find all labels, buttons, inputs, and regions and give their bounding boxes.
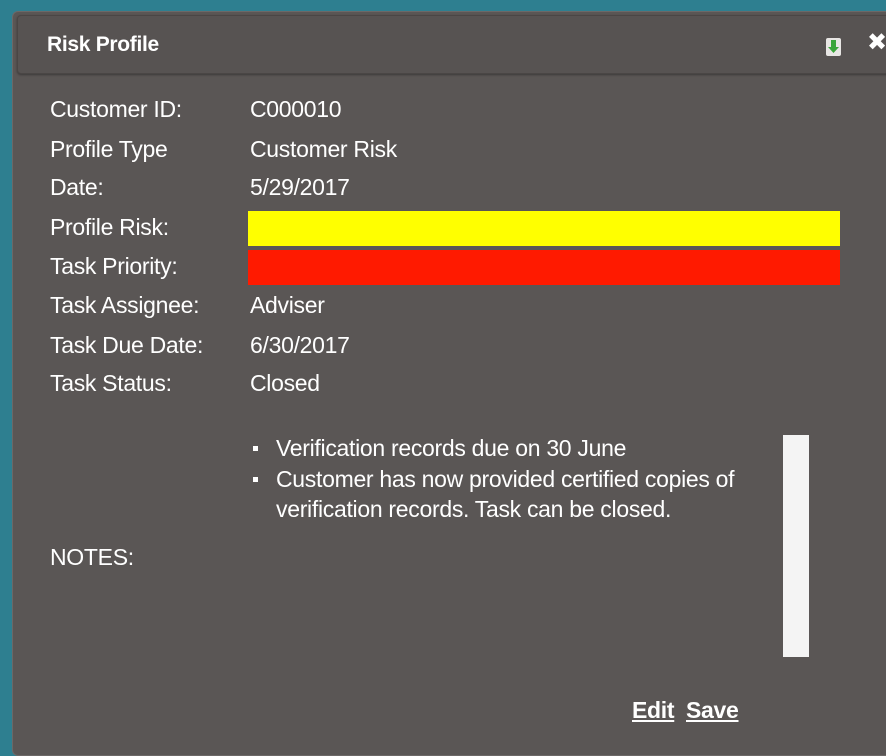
notes-list[interactable]: Verification records due on 30 June Cust… (245, 433, 765, 525)
task-status-label: Task Status: (50, 370, 172, 396)
profile-risk-indicator (248, 211, 840, 246)
note-item: Customer has now provided certified copi… (245, 464, 765, 525)
task-assignee-value: Adviser (250, 292, 325, 318)
download-icon[interactable] (826, 38, 841, 56)
task-assignee-label: Task Assignee: (50, 292, 200, 318)
task-due-date-label: Task Due Date: (50, 332, 204, 358)
task-due-date-value: 6/30/2017 (250, 332, 350, 358)
panel-header: Risk Profile ✖ (17, 15, 886, 74)
task-priority-indicator (248, 250, 840, 285)
notes-label: NOTES: (50, 544, 134, 570)
note-item: Verification records due on 30 June (245, 433, 765, 464)
panel-title: Risk Profile (47, 33, 159, 56)
edit-link[interactable]: Edit (632, 697, 675, 724)
profile-type-value: Customer Risk (250, 136, 397, 162)
customer-id-value: C000010 (250, 96, 342, 122)
notes-scrollbar[interactable] (783, 435, 809, 657)
task-status-value: Closed (250, 370, 320, 396)
profile-risk-label: Profile Risk: (50, 214, 169, 240)
customer-id-label: Customer ID: (50, 96, 182, 122)
task-priority-label: Task Priority: (50, 253, 178, 279)
date-label: Date: (50, 174, 104, 200)
close-icon[interactable]: ✖ (867, 31, 886, 55)
save-link[interactable]: Save (686, 697, 739, 724)
profile-type-label: Profile Type (50, 136, 168, 162)
risk-profile-panel: Risk Profile ✖ Customer ID: C000010 Prof… (12, 11, 886, 756)
date-value: 5/29/2017 (250, 174, 350, 200)
